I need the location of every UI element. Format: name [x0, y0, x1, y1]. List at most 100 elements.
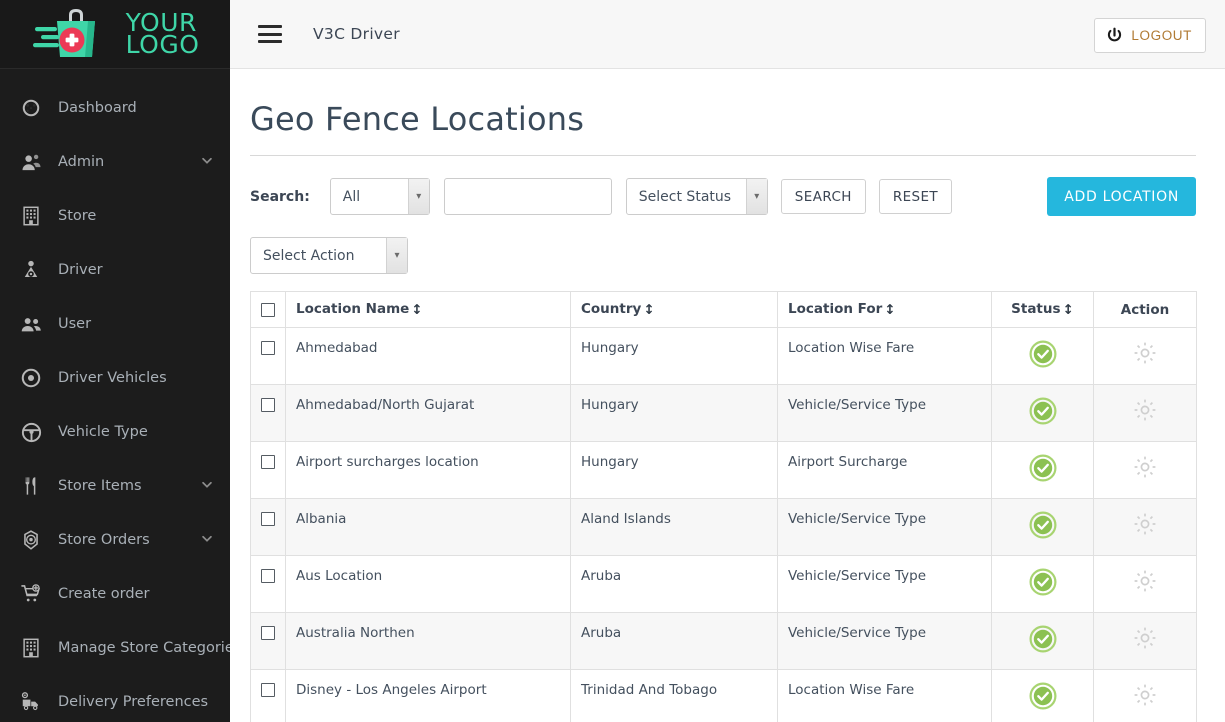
- cell-country: Trinidad And Tobago: [570, 669, 778, 722]
- sidebar-item-dashboard[interactable]: Dashboard: [0, 81, 230, 135]
- row-checkbox[interactable]: [261, 341, 275, 355]
- sidebar-item-store[interactable]: Store: [0, 189, 230, 243]
- logout-button[interactable]: LOGOUT: [1094, 18, 1206, 53]
- cell-status: [991, 327, 1094, 385]
- cell-status: [991, 669, 1094, 722]
- sidebar-item-driver[interactable]: Driver: [0, 243, 230, 297]
- app-title: V3C Driver: [313, 25, 400, 43]
- row-action-gear-button[interactable]: [1132, 682, 1158, 712]
- cell-status: [991, 612, 1094, 670]
- building-icon: [14, 633, 48, 663]
- page-title: Geo Fence Locations: [250, 100, 585, 138]
- sidebar-item-label: Manage Store Categories: [58, 640, 230, 656]
- column-header-status[interactable]: Status ↕: [991, 291, 1094, 328]
- sidebar-item-vehicle-type[interactable]: Vehicle Type: [0, 405, 230, 459]
- row-checkbox[interactable]: [261, 398, 275, 412]
- search-input[interactable]: [443, 178, 612, 215]
- gear-icon: [1134, 684, 1156, 706]
- search-button[interactable]: SEARCH: [780, 179, 866, 214]
- building-icon: [14, 201, 48, 231]
- steering-wheel-icon: [14, 417, 48, 447]
- chevron-down-icon[interactable]: [200, 531, 214, 550]
- status-toggle[interactable]: [1029, 397, 1057, 429]
- row-checkbox[interactable]: [261, 569, 275, 583]
- brand-line-2: LOGO: [125, 30, 200, 59]
- sidebar-item-admin[interactable]: Admin: [0, 135, 230, 189]
- bulk-action-select[interactable]: Select Action ▾: [250, 237, 408, 274]
- row-select-cell: [250, 669, 286, 722]
- cell-location-for: Location Wise Fare: [777, 327, 992, 385]
- users-icon: [14, 309, 48, 339]
- shopping-bag-logo-icon: [32, 9, 95, 57]
- column-header-action: Action: [1093, 291, 1197, 328]
- reset-button[interactable]: RESET: [878, 179, 953, 214]
- cell-country: Hungary: [570, 327, 778, 385]
- row-checkbox[interactable]: [261, 455, 275, 469]
- select-all-checkbox[interactable]: [261, 302, 275, 317]
- cell-country: Hungary: [570, 384, 778, 442]
- check-circle-icon: [1029, 397, 1056, 425]
- chevron-down-icon[interactable]: [200, 477, 214, 496]
- cell-location-for: Airport Surcharge: [777, 441, 992, 499]
- check-circle-icon: [1029, 568, 1056, 596]
- cell-action: [1093, 555, 1197, 613]
- add-location-button[interactable]: ADD LOCATION: [1047, 177, 1196, 216]
- logout-label: LOGOUT: [1131, 28, 1192, 43]
- status-toggle[interactable]: [1029, 682, 1057, 714]
- status-toggle[interactable]: [1029, 511, 1057, 543]
- status-toggle[interactable]: [1029, 625, 1057, 657]
- cell-status: [991, 384, 1094, 442]
- column-header-location-name[interactable]: Location Name ↕: [285, 291, 571, 328]
- table-row: Airport surcharges location Hungary Airpor…: [250, 441, 1197, 499]
- cell-country: Aruba: [570, 612, 778, 670]
- brand-logo[interactable]: YOUR LOGO: [0, 0, 230, 69]
- row-checkbox[interactable]: [261, 512, 275, 526]
- sidebar-item-delivery-preferences[interactable]: Delivery Preferences: [0, 675, 230, 722]
- cell-action: [1093, 612, 1197, 670]
- row-action-gear-button[interactable]: [1132, 340, 1158, 370]
- bulk-action-value: Select Action: [263, 247, 355, 264]
- sidebar-item-user[interactable]: User: [0, 297, 230, 351]
- table-row: Disney - Los Angeles Airport Trinidad And…: [250, 669, 1197, 722]
- column-label-action: Action: [1120, 301, 1170, 318]
- table-row: Albania Aland Islands Vehicle/Service Type: [250, 498, 1197, 556]
- check-circle-icon: [1029, 625, 1056, 653]
- search-scope-select[interactable]: All ▾: [329, 178, 430, 215]
- row-action-gear-button[interactable]: [1132, 454, 1158, 484]
- sidebar-item-store-orders[interactable]: Store Orders: [0, 513, 230, 567]
- truck-settings-icon: [14, 687, 48, 717]
- sidebar-item-label: User: [58, 316, 92, 332]
- row-select-cell: [250, 384, 286, 442]
- row-action-gear-button[interactable]: [1132, 397, 1158, 427]
- sidebar-item-label: Store Orders: [58, 532, 150, 548]
- sort-icon: ↕: [643, 302, 655, 318]
- row-select-cell: [250, 612, 286, 670]
- status-toggle[interactable]: [1029, 340, 1057, 372]
- row-checkbox[interactable]: [261, 683, 275, 697]
- column-header-country[interactable]: Country ↕: [570, 291, 778, 328]
- status-toggle[interactable]: [1029, 454, 1057, 486]
- status-filter-select[interactable]: Select Status ▾: [625, 178, 768, 215]
- cell-location-for: Vehicle/Service Type: [777, 612, 992, 670]
- cell-action: [1093, 498, 1197, 556]
- row-checkbox[interactable]: [261, 626, 275, 640]
- table-row: Aus Location Aruba Vehicle/Service Type: [250, 555, 1197, 613]
- sort-icon: ↕: [1062, 302, 1074, 318]
- cell-location-name: Australia Northen: [285, 612, 571, 670]
- cell-action: [1093, 669, 1197, 722]
- row-action-gear-button[interactable]: [1132, 625, 1158, 655]
- dashboard-icon: [14, 93, 48, 123]
- hamburger-icon[interactable]: [258, 25, 282, 43]
- column-header-location-for[interactable]: Location For ↕: [777, 291, 992, 328]
- locations-table-wrapper: Location Name ↕ Country ↕ Location For ↕ St…: [250, 291, 1197, 722]
- table-row: Ahmedabad/North Gujarat Hungary Vehicle/Se…: [250, 384, 1197, 442]
- chevron-down-icon[interactable]: [200, 153, 214, 172]
- sidebar-item-store-items[interactable]: Store Items: [0, 459, 230, 513]
- status-toggle[interactable]: [1029, 568, 1057, 600]
- main-content: Geo Fence Locations Search: All ▾ Select…: [230, 69, 1225, 722]
- row-action-gear-button[interactable]: [1132, 568, 1158, 598]
- sidebar-item-driver-vehicles[interactable]: Driver Vehicles: [0, 351, 230, 405]
- row-action-gear-button[interactable]: [1132, 511, 1158, 541]
- sidebar-item-manage-store-categories[interactable]: Manage Store Categories: [0, 621, 230, 675]
- sidebar-item-create-order[interactable]: Create order: [0, 567, 230, 621]
